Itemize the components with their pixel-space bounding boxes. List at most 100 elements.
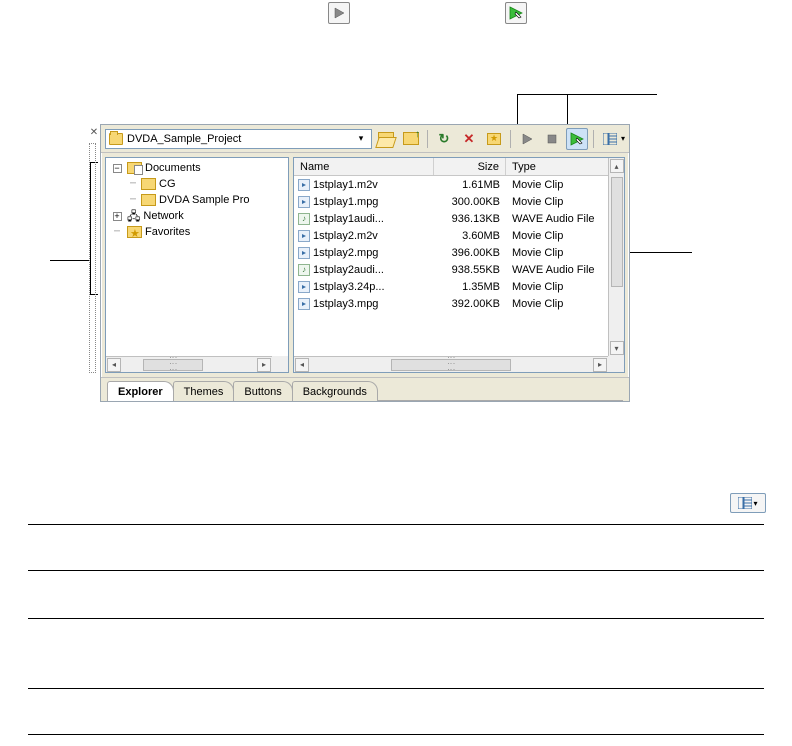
documents-folder-icon xyxy=(127,162,142,174)
scroll-corner xyxy=(608,356,624,372)
views-dropdown-button[interactable]: ▾ xyxy=(730,493,766,513)
delete-icon: ✕ xyxy=(464,131,475,147)
file-name: 1stplay1.m2v xyxy=(313,179,378,191)
collapse-icon[interactable]: − xyxy=(113,164,122,173)
delete-button[interactable]: ✕ xyxy=(458,128,480,150)
file-name: 1stplay1.mpg xyxy=(313,196,378,208)
file-name: 1stplay2.mpg xyxy=(313,247,378,259)
tab-explorer[interactable]: Explorer xyxy=(107,381,174,401)
file-size: 938.55KB xyxy=(434,264,506,276)
expand-icon[interactable]: + xyxy=(113,212,122,221)
file-type: WAVE Audio File xyxy=(506,213,624,225)
file-row[interactable]: 1stplay1audi...936.13KBWAVE Audio File xyxy=(294,210,624,227)
file-name: 1stplay3.mpg xyxy=(313,298,378,310)
section-divider xyxy=(28,688,764,689)
scroll-thumb[interactable] xyxy=(143,359,203,371)
file-list-horizontal-scrollbar[interactable]: ◂ ▸ xyxy=(294,356,608,372)
tab-themes[interactable]: Themes xyxy=(173,381,235,401)
tree-item[interactable]: ⋯ DVDA Sample Pro xyxy=(110,192,286,208)
file-row[interactable]: 1stplay3.24p...1.35MBMovie Clip xyxy=(294,278,624,295)
add-favorite-button[interactable] xyxy=(483,128,505,150)
folder-icon xyxy=(109,133,123,145)
video-file-icon xyxy=(298,179,310,191)
up-one-level-button[interactable] xyxy=(400,128,422,150)
start-preview-icon xyxy=(328,2,350,24)
tree-item-label: DVDA Sample Pro xyxy=(159,192,249,208)
column-type[interactable]: Type xyxy=(506,158,624,175)
scroll-up-arrow[interactable]: ▴ xyxy=(610,159,624,173)
section-divider xyxy=(28,618,764,619)
start-preview-button[interactable] xyxy=(516,128,538,150)
section-divider xyxy=(28,734,764,735)
section-divider xyxy=(28,524,764,525)
tree-horizontal-scrollbar[interactable]: ◂ ▸ xyxy=(106,356,272,372)
file-row[interactable]: 1stplay2.mpg396.00KBMovie Clip xyxy=(294,244,624,261)
auto-preview-button[interactable] xyxy=(566,128,588,150)
video-file-icon xyxy=(298,196,310,208)
scroll-corner xyxy=(272,356,288,372)
tree-item[interactable]: − Documents xyxy=(110,160,286,176)
favorite-icon xyxy=(487,133,501,145)
refresh-button[interactable]: ↻ xyxy=(433,128,455,150)
file-row[interactable]: 1stplay1.mpg 300.00KBMovie Clip xyxy=(294,193,624,210)
tab-backgrounds[interactable]: Backgrounds xyxy=(292,381,378,401)
tree-item-label: Favorites xyxy=(145,224,190,240)
tree-item[interactable]: ⋯CG xyxy=(110,176,286,192)
file-type: Movie Clip xyxy=(506,179,624,191)
file-type: Movie Clip xyxy=(506,230,624,242)
file-row[interactable]: 1stplay2.m2v3.60MBMovie Clip xyxy=(294,227,624,244)
tabbar-filler xyxy=(377,381,623,401)
file-row[interactable]: 1stplay1.m2v1.61MBMovie Clip xyxy=(294,176,624,193)
file-list-vertical-scrollbar[interactable]: ▴ ▾ xyxy=(608,158,624,356)
scroll-right-arrow[interactable]: ▸ xyxy=(593,358,607,372)
video-file-icon xyxy=(298,247,310,259)
file-row[interactable]: 1stplay2audi...938.55KBWAVE Audio File xyxy=(294,261,624,278)
favorites-folder-icon: ★ xyxy=(127,226,142,238)
scroll-down-arrow[interactable]: ▾ xyxy=(610,341,624,355)
tab-buttons[interactable]: Buttons xyxy=(233,381,292,401)
folder-icon xyxy=(141,194,156,206)
video-file-icon xyxy=(298,281,310,293)
file-type: Movie Clip xyxy=(506,281,624,293)
tree-item-label: Documents xyxy=(145,160,201,176)
column-name[interactable]: Name xyxy=(294,158,434,175)
panel-tabs: ExplorerThemesButtonsBackgrounds xyxy=(101,377,629,401)
address-bar[interactable]: DVDA_Sample_Project ▾ xyxy=(105,129,372,149)
file-name: 1stplay3.24p... xyxy=(313,281,385,293)
scroll-left-arrow[interactable]: ◂ xyxy=(295,358,309,372)
tree-item[interactable]: ⋯★Favorites xyxy=(110,224,286,240)
file-row[interactable]: 1stplay3.mpg392.00KBMovie Clip xyxy=(294,295,624,312)
open-folder-button[interactable] xyxy=(375,128,397,150)
auto-preview-icon xyxy=(505,2,527,24)
up-folder-icon xyxy=(403,132,419,145)
file-type: WAVE Audio File xyxy=(506,264,624,276)
chevron-down-icon: ▾ xyxy=(753,499,757,508)
scroll-thumb[interactable] xyxy=(611,177,623,287)
dock-handle[interactable] xyxy=(89,143,96,373)
tree-item[interactable]: +🖧Network xyxy=(110,208,286,224)
address-dropdown-arrow[interactable]: ▾ xyxy=(354,133,368,144)
views-button[interactable] xyxy=(599,128,621,150)
file-size: 936.13KB xyxy=(434,213,506,225)
tree-item-label: Network xyxy=(143,208,183,224)
video-file-icon xyxy=(298,298,310,310)
refresh-icon: ↻ xyxy=(439,131,450,147)
file-list-header[interactable]: Name Size Type xyxy=(294,158,624,176)
file-type: Movie Clip xyxy=(506,247,624,259)
file-list-pane: Name Size Type 1stplay1.m2v1.61MBMovie C… xyxy=(293,157,625,373)
file-size: 300.00KB xyxy=(434,196,506,208)
audio-file-icon xyxy=(298,213,310,225)
scroll-right-arrow[interactable]: ▸ xyxy=(257,358,271,372)
views-dropdown-arrow[interactable]: ▾ xyxy=(621,134,625,143)
stop-preview-button[interactable] xyxy=(541,128,563,150)
explorer-toolbar: DVDA_Sample_Project ▾ ↻ ✕ xyxy=(101,125,629,153)
toolbar-separator xyxy=(427,130,428,148)
column-size[interactable]: Size xyxy=(434,158,506,175)
explorer-window: ✕ DVDA_Sample_Project ▾ ↻ ✕ xyxy=(100,124,630,402)
tree-line: ⋯ xyxy=(128,192,138,208)
scroll-thumb[interactable] xyxy=(391,359,511,371)
tree-item-label: CG xyxy=(159,176,176,192)
file-type: Movie Clip xyxy=(506,196,624,208)
scroll-left-arrow[interactable]: ◂ xyxy=(107,358,121,372)
close-panel-button[interactable]: ✕ xyxy=(89,127,99,138)
